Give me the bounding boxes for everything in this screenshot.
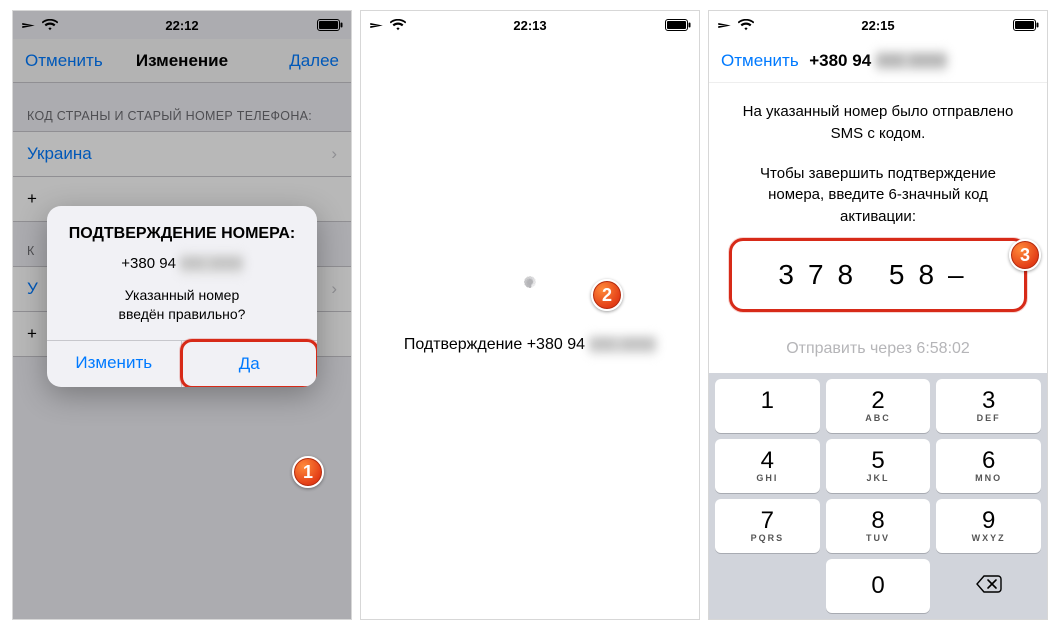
backspace-icon [976, 573, 1002, 599]
alert-question-1: Указанный номер [61, 286, 303, 305]
key-2[interactable]: 2ABC [826, 379, 931, 433]
status-bar: 22:15 [709, 11, 1047, 39]
loading-text: Подтверждение +380 94 000 0000 [361, 336, 699, 354]
cancel-button[interactable]: Отменить [721, 51, 799, 71]
wifi-icon [390, 19, 406, 31]
numeric-keypad: 1 2ABC 3DEF 4GHI 5JKL 6MNO 7PQRS 8TUV 9W… [709, 373, 1047, 619]
key-7[interactable]: 7PQRS [715, 499, 820, 553]
airplane-icon [369, 18, 384, 33]
info-msg-2: Чтобы завершить подтверждение номера, вв… [709, 163, 1047, 228]
resend-timer: Отправить через 6:58:02 [709, 340, 1047, 358]
alert-yes-button[interactable]: Да [180, 339, 318, 387]
confirm-alert: ПОДТВЕРЖДЕНИЕ НОМЕРА: +380 94 000 0000 У… [47, 206, 317, 387]
key-0[interactable]: 0 [826, 559, 931, 613]
key-5[interactable]: 5JKL [826, 439, 931, 493]
nav-bar: Отменить +380 94 000 0000 [709, 39, 1047, 83]
code-input[interactable]: 378 58– [729, 238, 1027, 312]
battery-icon [665, 19, 691, 31]
key-3[interactable]: 3DEF [936, 379, 1041, 433]
alert-title: ПОДТВЕРЖДЕНИЕ НОМЕРА: [61, 224, 303, 244]
status-bar: 22:13 [361, 11, 699, 39]
loading-area: Подтверждение +380 94 000 0000 [361, 279, 699, 354]
info-msg-1: На указанный номер было отправлено SMS с… [709, 101, 1047, 145]
status-time: 22:15 [861, 18, 894, 33]
key-blank [715, 559, 820, 613]
key-1[interactable]: 1 [715, 379, 820, 433]
airplane-icon [717, 18, 732, 33]
step-badge-1: 1 [292, 456, 324, 488]
spinner-icon [514, 279, 546, 311]
key-9[interactable]: 9WXYZ [936, 499, 1041, 553]
screen-confirm-dialog: 22:12 Отменить Изменение Далее КОД СТРАН… [12, 10, 352, 620]
key-8[interactable]: 8TUV [826, 499, 931, 553]
screen-code-entry: 22:15 Отменить +380 94 000 0000 На указа… [708, 10, 1048, 620]
battery-icon [1013, 19, 1039, 31]
alert-edit-button[interactable]: Изменить [47, 341, 181, 387]
step-badge-2: 2 [591, 279, 623, 311]
key-6[interactable]: 6MNO [936, 439, 1041, 493]
status-time: 22:13 [513, 18, 546, 33]
key-backspace[interactable] [936, 559, 1041, 613]
step-badge-3: 3 [1009, 239, 1041, 271]
alert-phone: +380 94 000 0000 [61, 254, 303, 274]
alert-question-2: введён правильно? [61, 305, 303, 324]
wifi-icon [738, 19, 754, 31]
key-4[interactable]: 4GHI [715, 439, 820, 493]
screen-loading: 22:13 Подтверждение +380 94 000 0000 2 [360, 10, 700, 620]
